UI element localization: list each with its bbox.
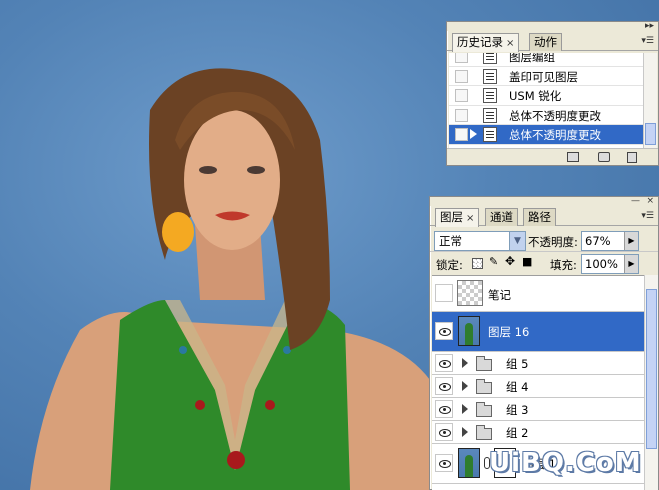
visibility-toggle[interactable] [435,284,453,302]
close-tab-icon[interactable]: × [506,38,514,49]
layer-thumbnail [458,448,480,478]
chevron-down-icon[interactable]: ▼ [509,232,525,250]
fill-label: 填充: [550,258,577,272]
history-source-checkbox[interactable] [455,89,468,102]
current-state-marker-icon [470,129,477,139]
folder-icon [476,379,492,394]
history-state-item[interactable]: USM 锐化 [449,86,644,106]
folder-icon [476,356,492,371]
layers-scrollbar[interactable] [644,275,658,490]
layer-group-5[interactable]: 组 5 [432,352,644,375]
history-state-icon [483,68,497,84]
tab-actions[interactable]: 动作 [529,33,562,51]
layer-row-layer-16[interactable]: 图层 16 [432,312,644,352]
expand-triangle-icon[interactable] [462,358,468,368]
layer-group-3[interactable]: 组 3 [432,398,644,421]
trash-icon[interactable] [627,152,637,163]
lock-move-icon[interactable]: ✥ [505,254,516,268]
panel-collapse-icon[interactable]: ▸▸ [645,21,654,31]
eye-icon[interactable] [435,400,453,418]
scrollbar-thumb[interactable] [645,123,656,145]
history-state-icon [483,53,497,64]
layer-group-2[interactable]: 组 2 [432,421,644,444]
expand-triangle-icon[interactable] [462,404,468,414]
history-state-item[interactable]: 总体不透明度更改 [449,106,644,125]
fill-slider-arrow-icon[interactable]: ▶ [624,255,638,273]
camera-snapshot-icon[interactable] [598,152,610,162]
eye-icon[interactable] [435,354,453,372]
folder-icon [476,402,492,417]
eye-icon[interactable] [435,377,453,395]
expand-triangle-icon[interactable] [462,381,468,391]
history-source-checkbox[interactable] [455,69,468,83]
layers-panel: — × 图层 × 通道 路径 ▾☰ 正常 ▼ 不透明度: 67% ▶ 锁定: ✎ … [429,196,659,490]
opacity-label: 不透明度: [528,235,578,249]
history-panel: ▸▸ 历史记录 × 动作 ▾☰ 图层编组 盖印可见图层 USM 锐化 总体不透明… [446,21,659,166]
opacity-slider-arrow-icon[interactable]: ▶ [624,232,638,250]
history-state-item[interactable]: 盖印可见图层 [449,67,644,86]
eye-icon[interactable] [435,322,453,340]
layer-thumbnail [457,280,483,306]
history-source-checkbox[interactable] [455,53,468,63]
eye-icon[interactable] [435,423,453,441]
expand-triangle-icon[interactable] [462,427,468,437]
panel-menu-icon[interactable]: ▾☰ [641,211,654,221]
tab-paths[interactable]: 路径 [523,208,556,226]
close-tab-icon[interactable]: × [466,213,474,224]
history-state-icon [483,88,497,103]
minimize-icon[interactable]: — [631,196,640,206]
history-source-checkbox[interactable] [455,108,468,122]
layer-group-4[interactable]: 组 4 [432,375,644,398]
tab-channels[interactable]: 通道 [485,208,518,226]
history-state-icon [483,107,497,123]
lock-brush-icon[interactable]: ✎ [489,255,500,268]
layer-row-notes[interactable]: 笔记 [432,276,644,312]
layer-thumbnail [458,316,480,346]
close-panel-icon[interactable]: × [646,196,654,206]
history-state-item-selected[interactable]: 总体不透明度更改 [449,125,644,145]
watermark-logo: UiBQ.CoM [489,448,642,478]
lock-label: 锁定: [436,258,463,272]
opacity-field[interactable]: 67% ▶ [581,231,639,251]
eye-icon[interactable] [435,454,453,472]
folder-icon [476,425,492,440]
tab-history[interactable]: 历史记录 × [452,33,520,52]
scrollbar-thumb[interactable] [646,289,657,449]
history-state-item[interactable]: 图层编组 [449,53,644,67]
tab-layers[interactable]: 图层 × [435,208,480,227]
blend-mode-select[interactable]: 正常 ▼ [434,231,526,251]
fill-field[interactable]: 100% ▶ [581,254,639,274]
lock-transparency-icon[interactable] [472,258,483,269]
new-document-from-state-icon[interactable] [567,152,579,162]
lock-all-icon[interactable]: ■ [522,255,533,268]
panel-menu-icon[interactable]: ▾☰ [641,36,654,46]
history-source-checkbox[interactable] [455,128,468,141]
history-state-icon [483,127,497,142]
